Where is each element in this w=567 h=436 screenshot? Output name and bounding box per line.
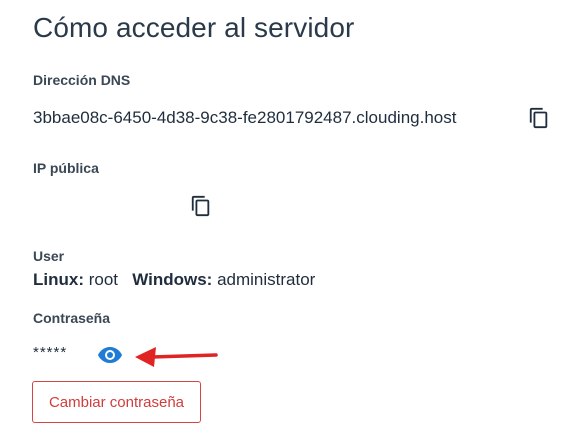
server-access-panel: Cómo acceder al servidor Dirección DNS 3… bbox=[0, 0, 567, 436]
user-label: User bbox=[33, 248, 65, 264]
change-password-button[interactable]: Cambiar contraseña bbox=[32, 381, 201, 423]
windows-user-value: administrator bbox=[217, 270, 316, 289]
password-label: Contraseña bbox=[33, 310, 111, 326]
user-credentials: Linux: root Windows: administrator bbox=[33, 270, 315, 290]
eye-icon bbox=[98, 347, 122, 363]
page-title: Cómo acceder al servidor bbox=[33, 12, 355, 43]
linux-label: Linux: bbox=[33, 270, 84, 289]
ip-label: IP pública bbox=[33, 160, 99, 176]
dns-value: 3bbae08c-6450-4d38-9c38-fe2801792487.clo… bbox=[33, 108, 457, 127]
password-masked-value: ***** bbox=[33, 344, 68, 361]
dns-label: Dirección DNS bbox=[33, 72, 131, 88]
arrow-left-icon bbox=[134, 344, 218, 375]
show-password-button[interactable] bbox=[97, 345, 123, 365]
linux-user-value: root bbox=[88, 270, 119, 289]
copy-icon bbox=[529, 107, 548, 129]
ip-value bbox=[20, 188, 180, 222]
windows-label: Windows: bbox=[132, 270, 213, 289]
copy-dns-button[interactable] bbox=[528, 107, 550, 129]
copy-ip-button[interactable] bbox=[190, 195, 212, 217]
copy-icon bbox=[191, 195, 210, 217]
